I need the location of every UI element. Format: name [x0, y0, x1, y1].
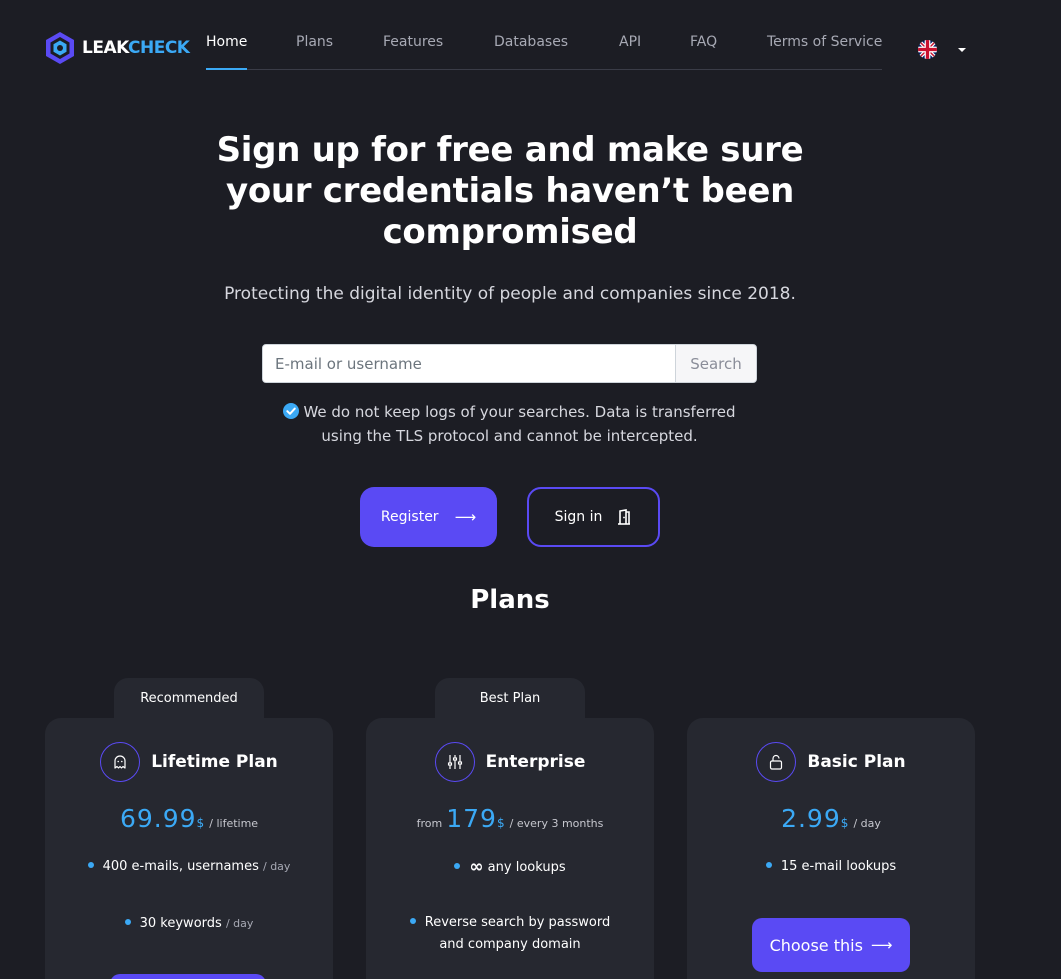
price-currency: $ [196, 816, 205, 830]
hero-subtitle: Protecting the digital identity of peopl… [224, 284, 796, 304]
ghost-icon [114, 755, 126, 769]
register-button[interactable]: Register ⟶ [360, 487, 497, 547]
chevron-down-icon [958, 47, 966, 52]
feature-text: 400 e-mails, usernames [102, 859, 259, 874]
feature-text: 30 keywords [139, 916, 222, 931]
plan-price: 2.99$ / day [687, 804, 975, 833]
bullet-dot [765, 862, 772, 868]
language-selector[interactable] [918, 40, 966, 59]
choose-label: Choose this [769, 935, 863, 955]
infinity-icon: ∞ [469, 857, 484, 877]
plan-feature: 15 e-mail lookups [687, 856, 975, 878]
register-label: Register [380, 509, 439, 525]
plan-feature: Reverse search by password and company d… [366, 912, 654, 956]
plan-card-basic: Basic Plan 2.99$ / day 15 e-mail lookups… [687, 718, 975, 979]
price-currency: $ [496, 816, 505, 830]
plan-feature: 30 keywords / day [45, 913, 333, 935]
nav-features[interactable]: Features [383, 34, 443, 50]
leakcheck-logo[interactable]: LEAKCHECK [44, 31, 190, 65]
logo-text: LEAKCHECK [82, 38, 190, 58]
logo-hexagon-icon [46, 32, 74, 64]
price-period: / day [853, 817, 881, 830]
plan-price: 69.99$ / lifetime [45, 804, 333, 833]
feature-text: any lookups [487, 860, 566, 875]
arrow-right-icon: ⟶ [870, 936, 893, 954]
nav-plans[interactable]: Plans [296, 34, 333, 50]
price-value: 179 [446, 804, 497, 833]
choose-basic-plan-button[interactable]: Choose this ⟶ [752, 918, 910, 972]
door-enter-icon [618, 509, 631, 525]
feature-text: 15 e-mail lookups [780, 859, 897, 874]
nav-home[interactable]: Home [206, 34, 247, 50]
arrow-right-icon: ⟶ [454, 508, 477, 526]
plan-feature: ∞ any lookups [366, 856, 654, 879]
plan-feature: 400 e-mails, usernames / day [45, 856, 333, 878]
nav-databases[interactable]: Databases [494, 34, 568, 50]
search-form: Search [262, 344, 757, 383]
lock-icon [770, 754, 783, 770]
feature-unit: / day [263, 860, 291, 873]
sliders-icon [447, 755, 462, 769]
feature-unit: / day [225, 917, 254, 930]
privacy-note: We do not keep logs of your searches. Da… [262, 400, 757, 448]
bullet-dot [124, 919, 131, 925]
bullet-dot [409, 918, 416, 924]
active-nav-underline [206, 68, 247, 70]
plan-price: from 179$ / every 3 months [366, 804, 654, 833]
plan-icon-wrapper [756, 742, 797, 782]
choose-plan-button[interactable] [110, 974, 266, 979]
plan-header: Enterprise [366, 742, 654, 782]
hero-title: Sign up for free and make sure your cred… [216, 130, 804, 252]
nav-terms-of-service[interactable]: Terms of Service [767, 34, 882, 50]
plans-heading: Plans [470, 585, 550, 615]
feature-text: Reverse search by password and company d… [424, 915, 611, 952]
bullet-dot [87, 862, 94, 868]
uk-flag-icon [918, 40, 937, 59]
plan-header: Basic Plan [687, 742, 975, 782]
plan-card-lifetime: Lifetime Plan 69.99$ / lifetime 400 e-ma… [45, 718, 333, 979]
privacy-text: We do not keep logs of your searches. Da… [303, 403, 736, 445]
bullet-dot [454, 863, 461, 869]
sign-in-button[interactable]: Sign in [527, 487, 660, 547]
price-value: 2.99 [781, 804, 841, 833]
price-period: / every 3 months [509, 817, 604, 830]
plan-name: Basic Plan [807, 752, 906, 772]
price-currency: $ [840, 816, 849, 830]
plan-header: Lifetime Plan [45, 742, 333, 782]
plan-icon-wrapper [100, 742, 141, 782]
price-period: / lifetime [209, 817, 259, 830]
plan-name: Lifetime Plan [151, 752, 278, 772]
price-prefix: from [416, 817, 443, 830]
search-button[interactable]: Search [675, 345, 756, 382]
price-value: 69.99 [119, 804, 197, 833]
search-input[interactable] [263, 345, 675, 382]
check-circle-icon [283, 403, 300, 419]
nav-faq[interactable]: FAQ [690, 34, 717, 50]
nav-api[interactable]: API [619, 34, 641, 50]
sign-in-label: Sign in [554, 509, 603, 525]
plan-card-enterprise: Enterprise from 179$ / every 3 months ∞ a… [366, 718, 654, 979]
plan-name: Enterprise [485, 752, 586, 772]
top-navbar: LEAKCHECK Home Plans Features Databases … [0, 0, 1061, 90]
main-menu: Home Plans Features Databases API FAQ Te… [206, 30, 882, 70]
plan-icon-wrapper [434, 742, 475, 782]
